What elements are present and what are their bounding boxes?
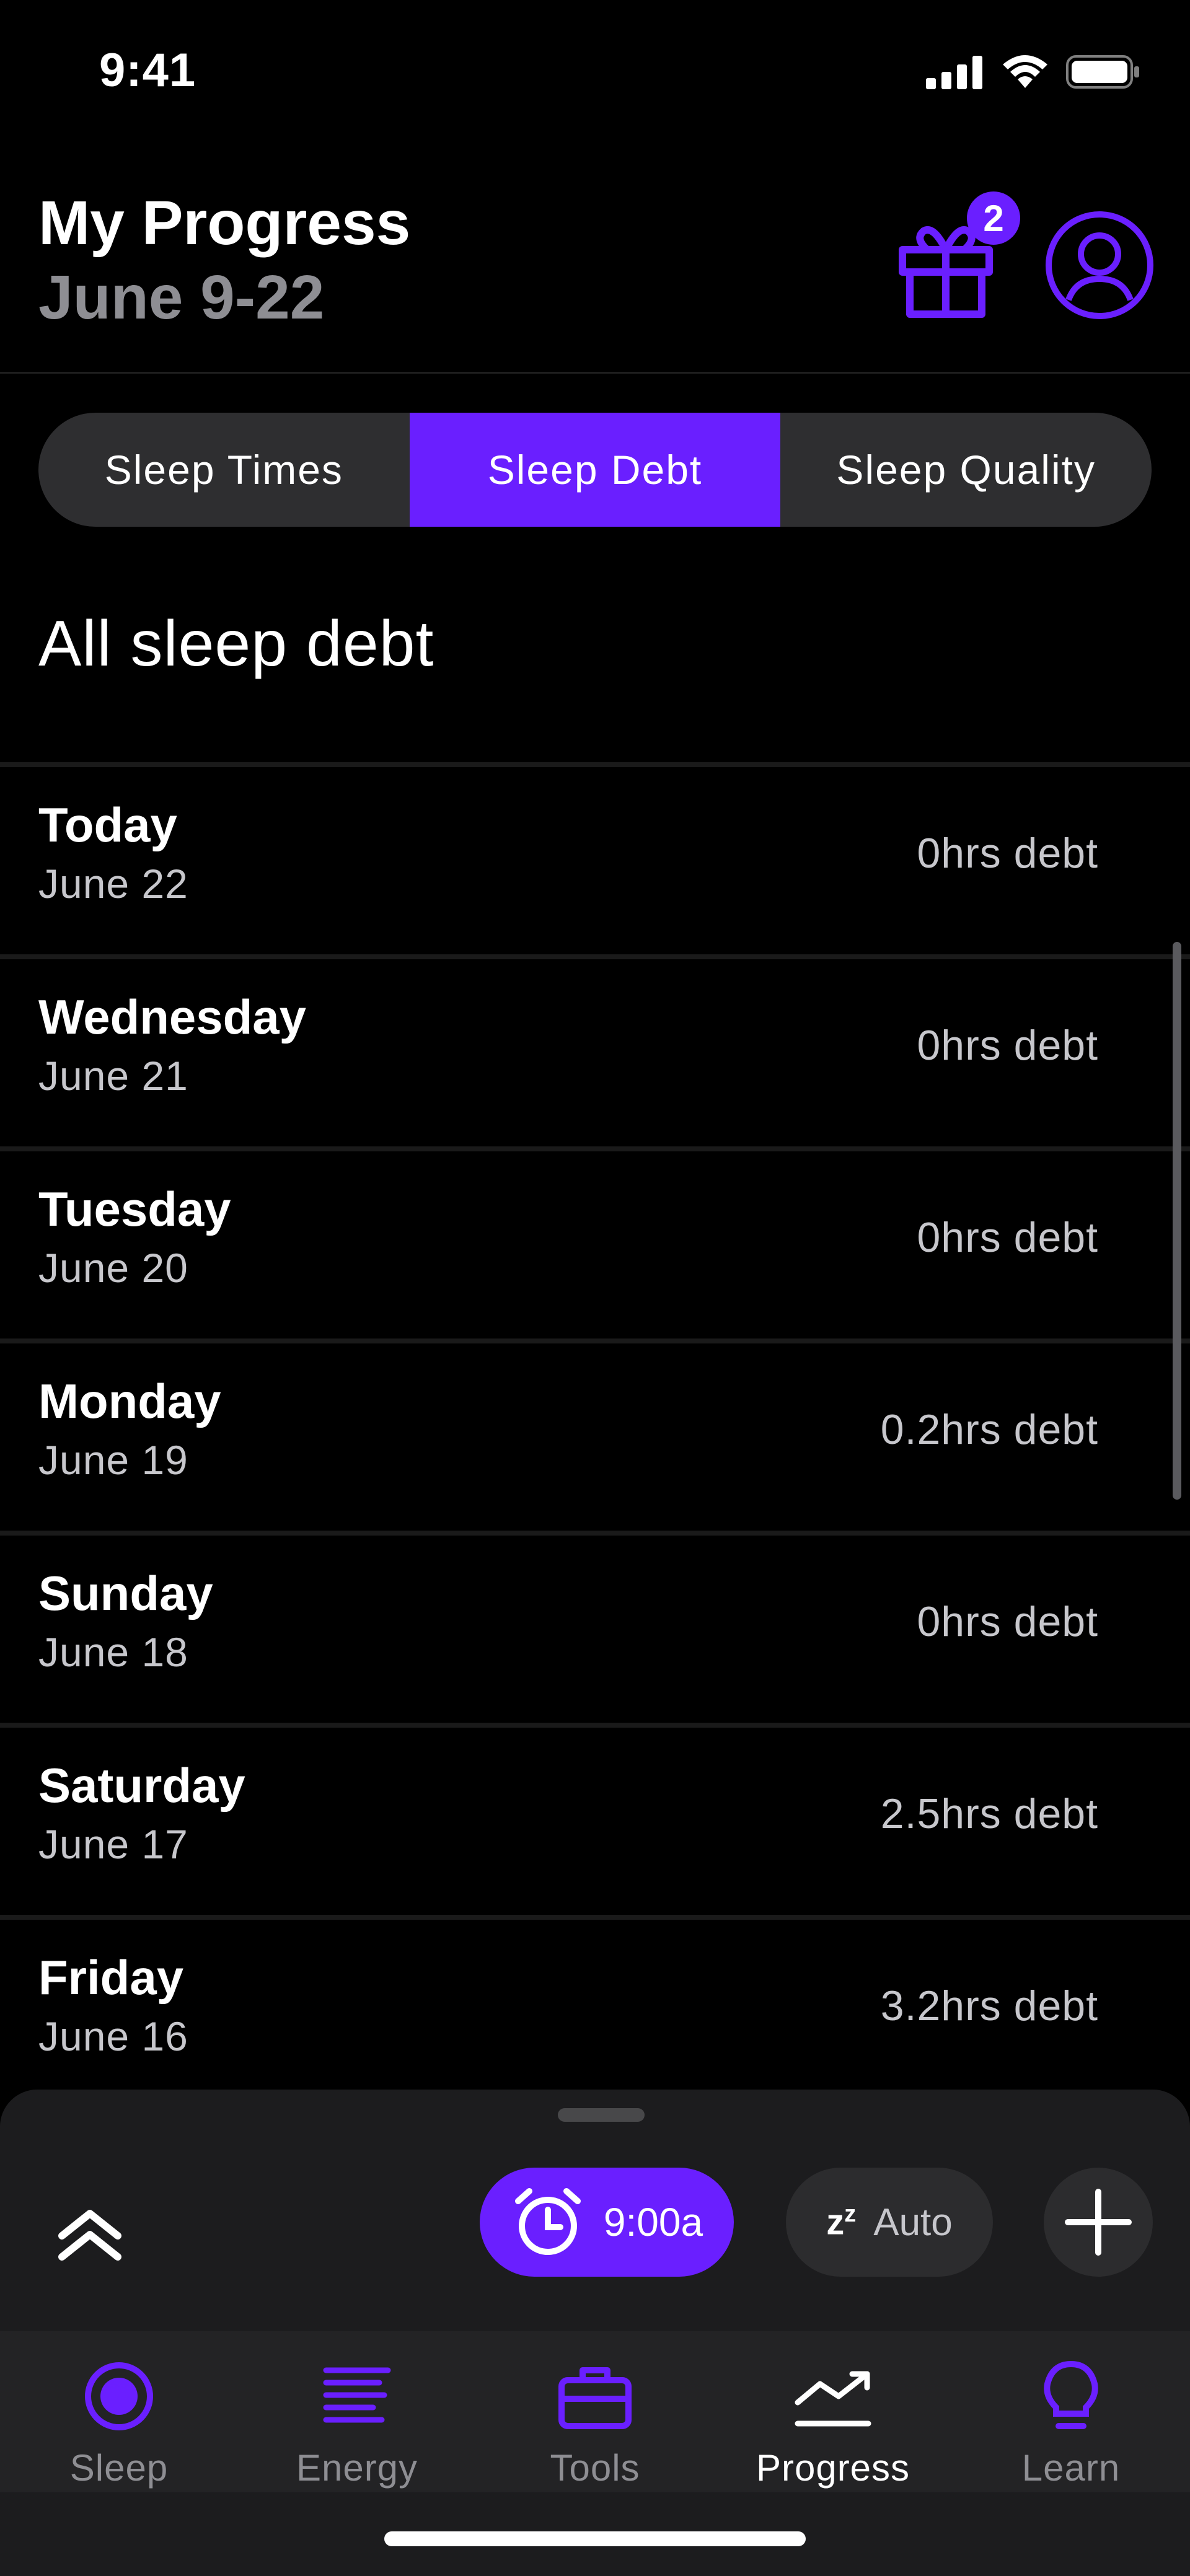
- auto-label: Auto: [873, 2200, 953, 2244]
- scrollbar[interactable]: [1173, 942, 1181, 1500]
- double-chevron-up-icon: [58, 2210, 121, 2261]
- alarm-clock-icon: [514, 2188, 581, 2255]
- nav-label: Energy: [296, 2447, 418, 2489]
- briefcase-icon: [555, 2356, 635, 2437]
- nav-learn[interactable]: Learn: [952, 2331, 1190, 2492]
- row-day: Sunday: [38, 1566, 213, 1620]
- bottom-panel: 9:00a zz Auto Sleep Energy Tools Progres…: [0, 2090, 1190, 2576]
- tab-sleep-times[interactable]: Sleep Times: [38, 413, 410, 527]
- row-date: June 18: [38, 1629, 188, 1675]
- header-actions: 2: [896, 191, 1154, 320]
- drag-handle[interactable]: [558, 2108, 645, 2122]
- row-debt-value: 0hrs debt: [917, 1214, 1098, 1261]
- notification-badge: 2: [967, 191, 1020, 245]
- add-button[interactable]: [1044, 2168, 1153, 2277]
- row-debt-value: 0hrs debt: [917, 830, 1098, 877]
- row-day: Wednesday: [38, 990, 307, 1044]
- bulb-icon: [1031, 2356, 1111, 2437]
- nav-energy[interactable]: Energy: [238, 2331, 476, 2492]
- header-divider: [0, 372, 1190, 374]
- tab-sleep-quality[interactable]: Sleep Quality: [780, 413, 1152, 527]
- row-date: June 17: [38, 1821, 188, 1867]
- battery-icon: [1066, 55, 1139, 89]
- profile-button[interactable]: [1045, 211, 1154, 320]
- row-debt-value: 0hrs debt: [917, 1598, 1098, 1645]
- row-debt-value: 0.2hrs debt: [880, 1406, 1098, 1453]
- list-item[interactable]: Monday June 19 0.2hrs debt: [0, 1339, 1190, 1531]
- nav-label: Sleep: [69, 2447, 169, 2489]
- list-item[interactable]: Wednesday June 21 0hrs debt: [0, 954, 1190, 1146]
- row-day: Tuesday: [38, 1182, 231, 1236]
- expand-panel-button[interactable]: [43, 2189, 136, 2282]
- row-debt-value: 2.5hrs debt: [880, 1790, 1098, 1837]
- segmented-tabs: Sleep Times Sleep Debt Sleep Quality: [38, 413, 1152, 527]
- page-header: My Progress June 9-22 2: [38, 186, 1154, 347]
- wifi-icon: [1003, 55, 1047, 88]
- bottom-tab-bar: Sleep Energy Tools Progress Learn: [0, 2331, 1190, 2492]
- nav-label: Progress: [756, 2447, 910, 2489]
- row-date: June 19: [38, 1437, 188, 1483]
- sleep-icon: [79, 2356, 159, 2437]
- nav-label: Learn: [1021, 2447, 1121, 2489]
- zz-icon: zz: [826, 2201, 857, 2243]
- row-debt-value: 3.2hrs debt: [880, 1982, 1098, 2029]
- nav-label: Tools: [550, 2447, 640, 2489]
- tab-sleep-debt[interactable]: Sleep Debt: [409, 413, 781, 527]
- home-indicator[interactable]: [384, 2531, 806, 2546]
- row-date: June 16: [38, 2013, 188, 2059]
- row-date: June 22: [38, 861, 188, 907]
- list-item[interactable]: Tuesday June 20 0hrs debt: [0, 1146, 1190, 1339]
- status-bar: 9:41: [0, 0, 1190, 149]
- user-icon: [1046, 211, 1153, 319]
- row-date: June 20: [38, 1245, 188, 1291]
- sleep-auto-button[interactable]: zz Auto: [786, 2168, 993, 2277]
- nav-progress[interactable]: Progress: [714, 2331, 952, 2492]
- list-item[interactable]: Friday June 16 3.2hrs debt: [0, 1915, 1190, 2107]
- sleep-debt-list: Today June 22 0hrs debt Wednesday June 2…: [0, 762, 1190, 2107]
- status-time: 9:41: [99, 44, 196, 97]
- list-item[interactable]: Sunday June 18 0hrs debt: [0, 1531, 1190, 1723]
- row-day: Today: [38, 798, 177, 852]
- row-day: Friday: [38, 1950, 184, 2005]
- alarm-button[interactable]: 9:00a: [480, 2168, 734, 2277]
- alarm-time: 9:00a: [603, 2200, 703, 2244]
- nav-sleep[interactable]: Sleep: [0, 2331, 238, 2492]
- energy-icon: [317, 2356, 397, 2437]
- row-debt-value: 0hrs debt: [917, 1022, 1098, 1069]
- list-item[interactable]: Saturday June 17 2.5hrs debt: [0, 1723, 1190, 1915]
- gift-button[interactable]: 2: [896, 191, 1020, 318]
- plus-icon: [1065, 2189, 1132, 2256]
- nav-tools[interactable]: Tools: [476, 2331, 714, 2492]
- list-item[interactable]: Today June 22 0hrs debt: [0, 762, 1190, 954]
- row-day: Monday: [38, 1374, 221, 1428]
- trend-icon: [793, 2356, 873, 2437]
- row-day: Saturday: [38, 1758, 245, 1813]
- cellular-signal-icon: [926, 56, 982, 89]
- row-date: June 21: [38, 1053, 188, 1099]
- status-icons: [926, 53, 1140, 90]
- section-title: All sleep debt: [38, 608, 434, 680]
